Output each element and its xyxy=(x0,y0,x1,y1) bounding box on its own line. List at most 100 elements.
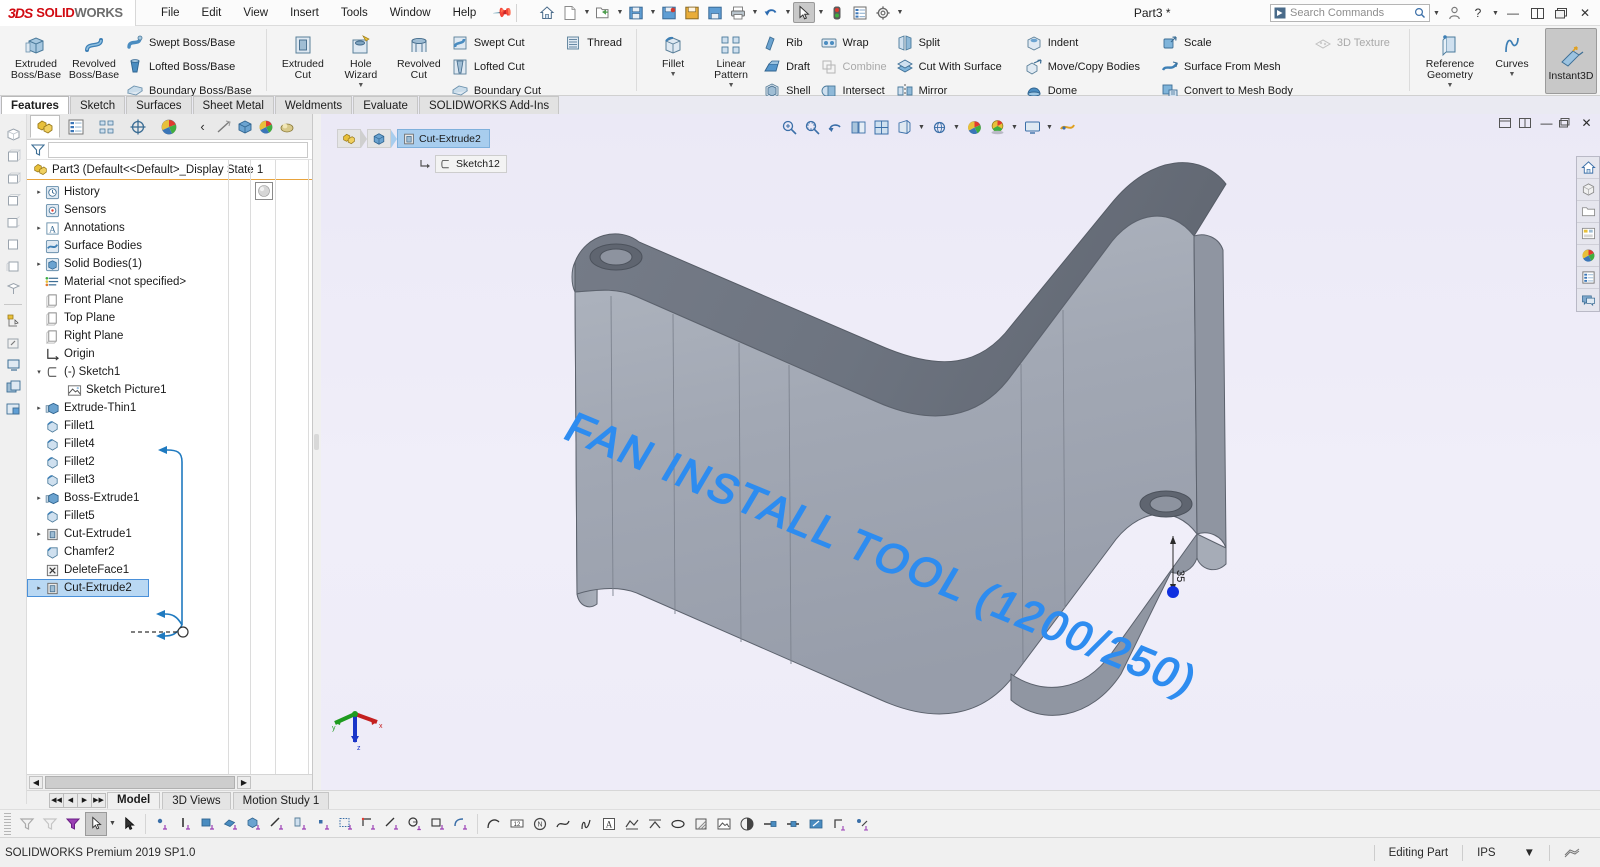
tab-motion-study-1[interactable]: Motion Study 1 xyxy=(232,791,330,809)
surface-from-mesh-button[interactable]: Surface From Mesh xyxy=(1158,56,1299,78)
menu-item-edit[interactable]: Edit xyxy=(191,4,233,22)
fillet-dropdown-caret[interactable]: ▼ xyxy=(670,71,677,78)
tree-item-fillet5[interactable]: Fillet5 xyxy=(27,507,312,525)
tree-item-fillet4[interactable]: Fillet4 xyxy=(27,435,312,453)
tab-evaluate[interactable]: Evaluate xyxy=(353,96,418,114)
first-tab-button[interactable]: ◀◀ xyxy=(49,792,64,808)
tree-item-sketch-picture1[interactable]: Sketch Picture1 xyxy=(27,381,312,399)
tree-item-origin[interactable]: Origin xyxy=(27,345,312,363)
save-icon[interactable] xyxy=(625,2,647,23)
expand-arrow-cut-extrude1[interactable]: ▸ xyxy=(33,530,45,538)
rebuild-traffic-icon[interactable] xyxy=(826,2,848,23)
tree-item-sketch1[interactable]: ▾ (-) Sketch1 xyxy=(27,363,312,381)
left-view-icon[interactable] xyxy=(3,256,23,276)
feature-tree-hscrollbar[interactable]: ◀ ▶ xyxy=(27,774,312,790)
swept-boss-base-button[interactable]: Swept Boss/Base xyxy=(123,32,258,54)
corner-rectangle-icon[interactable] xyxy=(335,812,357,836)
home-icon[interactable] xyxy=(536,2,558,23)
isometric-view-icon[interactable] xyxy=(3,124,23,144)
filter-edges-icon[interactable] xyxy=(39,812,61,836)
draft-button[interactable]: Draft xyxy=(760,56,816,78)
status-units-label[interactable]: IPS xyxy=(1462,844,1510,861)
indent-button[interactable]: Indent xyxy=(1022,32,1146,54)
offset-entities-icon[interactable] xyxy=(805,812,827,836)
menu-item-view[interactable]: View xyxy=(232,4,279,22)
revolved-cut-button[interactable]: Revolved Cut xyxy=(390,28,448,82)
tree-item-extrude-thin1[interactable]: ▸ Extrude-Thin1 xyxy=(27,399,312,417)
curves-dropdown-caret[interactable]: ▼ xyxy=(1509,71,1516,78)
print-caret[interactable]: ▼ xyxy=(750,9,759,16)
panel-splitter[interactable] xyxy=(313,114,321,790)
options-gear-icon[interactable] xyxy=(872,2,894,23)
scene-icon[interactable] xyxy=(277,117,296,136)
splitter-grip[interactable] xyxy=(314,434,319,450)
tab-model[interactable]: Model xyxy=(107,791,161,809)
scale-button[interactable]: Scale xyxy=(1158,32,1299,54)
straight-slot-icon[interactable] xyxy=(427,812,449,836)
top-view-icon[interactable] xyxy=(3,168,23,188)
pan-zoom-icon[interactable] xyxy=(3,333,23,353)
move-copy-bodies-button[interactable]: Move/Copy Bodies xyxy=(1022,56,1146,78)
combine-button[interactable]: Combine xyxy=(817,56,893,78)
scroll-right-button[interactable]: ▶ xyxy=(237,776,251,789)
repair-sketch-icon[interactable] xyxy=(851,812,873,836)
extruded-boss-base-button[interactable]: Extruded Boss/Base xyxy=(7,28,65,82)
select-caret[interactable]: ▼ xyxy=(816,9,825,16)
collapse-icon[interactable]: ‹ xyxy=(193,117,212,136)
select-cursor-icon[interactable] xyxy=(793,2,816,23)
slot-line-icon[interactable] xyxy=(266,812,288,836)
hole-wizard-button[interactable]: Hole Wizard ▼ xyxy=(332,28,390,90)
maximize-button[interactable] xyxy=(1550,3,1572,23)
magnified-select-icon[interactable] xyxy=(118,812,140,836)
help-caret[interactable]: ▼ xyxy=(1491,10,1500,17)
expand-arrow-extrude-thin1[interactable]: ▸ xyxy=(33,404,45,412)
tab-sheet-metal[interactable]: Sheet Metal xyxy=(192,96,274,114)
next-tab-button[interactable]: ▶ xyxy=(77,792,92,808)
tree-item-cut-extrude2[interactable]: ▸ Cut-Extrude2 xyxy=(27,579,149,597)
cube-sketch-icon[interactable] xyxy=(243,812,265,836)
tree-item-fillet1[interactable]: Fillet1 xyxy=(27,417,312,435)
mirror-entities-icon[interactable] xyxy=(644,812,666,836)
tree-item-right-plane[interactable]: Right Plane xyxy=(27,327,312,345)
parallelogram-icon[interactable] xyxy=(358,812,380,836)
feature-manager-tab[interactable] xyxy=(30,115,60,138)
expand-arrow-boss-extrude1[interactable]: ▸ xyxy=(33,494,45,502)
search-caret[interactable]: ▼ xyxy=(1432,10,1441,17)
lofted-boss-base-button[interactable]: Lofted Boss/Base xyxy=(123,56,258,78)
sketch-picture-toolbar-icon[interactable] xyxy=(713,812,735,836)
swept-cut-button[interactable]: Swept Cut xyxy=(448,32,547,54)
plane-sketch-icon[interactable] xyxy=(289,812,311,836)
tree-item-chamfer2[interactable]: Chamfer2 xyxy=(27,543,312,561)
extend-entities-icon[interactable] xyxy=(782,812,804,836)
print-icon[interactable] xyxy=(727,2,749,23)
hole-wizard-dropdown-caret[interactable]: ▼ xyxy=(357,82,364,89)
status-overlay-icon[interactable] xyxy=(1549,844,1594,861)
tree-item-fillet2[interactable]: Fillet2 xyxy=(27,453,312,471)
scroll-left-button[interactable]: ◀ xyxy=(29,776,43,789)
instant3d-button[interactable]: Instant3D xyxy=(1545,28,1597,94)
fillet-sketch-icon[interactable] xyxy=(450,812,472,836)
back-view-icon[interactable] xyxy=(3,212,23,232)
tree-root-part[interactable]: Part3 (Default<<Default>_Display State 1 xyxy=(27,160,312,180)
new-document-icon[interactable] xyxy=(559,2,581,23)
options-caret[interactable]: ▼ xyxy=(895,9,904,16)
restore-down-button[interactable] xyxy=(1526,3,1548,23)
tree-item-front-plane[interactable]: Front Plane xyxy=(27,291,312,309)
expand-arrow-history[interactable]: ▸ xyxy=(33,188,45,196)
property-manager-tab[interactable] xyxy=(61,115,91,138)
tree-item-surface-bodies[interactable]: Surface Bodies xyxy=(27,237,312,255)
tab-solidworks-addins[interactable]: SOLIDWORKS Add-Ins xyxy=(418,96,560,114)
undo-icon[interactable] xyxy=(760,2,782,23)
3d-texture-button[interactable]: 3D Texture xyxy=(1311,32,1396,54)
undo-caret[interactable]: ▼ xyxy=(783,9,792,16)
split-button[interactable]: Split xyxy=(893,32,1008,54)
menu-item-insert[interactable]: Insert xyxy=(279,4,330,22)
tab-3d-views[interactable]: 3D Views xyxy=(162,791,231,809)
view-orientation-cube-icon[interactable] xyxy=(235,117,254,136)
spline-icon[interactable] xyxy=(552,812,574,836)
extruded-cut-button[interactable]: Extruded Cut xyxy=(274,28,332,82)
shaded-sketch-icon[interactable] xyxy=(690,812,712,836)
tree-item-boss-extrude1[interactable]: ▸ Boss-Extrude1 xyxy=(27,489,312,507)
hide-show-icon[interactable] xyxy=(214,117,233,136)
convert-entities-icon[interactable] xyxy=(828,812,850,836)
